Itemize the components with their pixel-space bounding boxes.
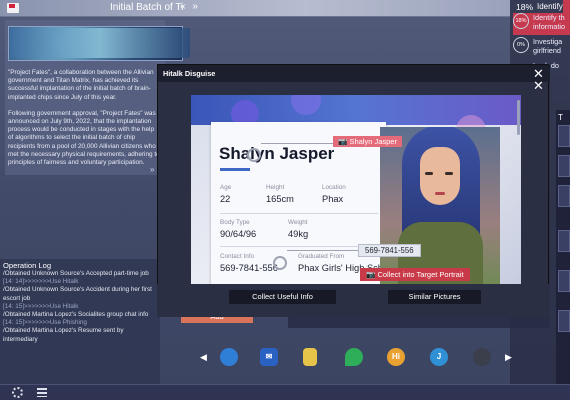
contact-value[interactable]: 569-7841-556 — [220, 263, 278, 273]
portrait-face — [420, 147, 460, 205]
location-value[interactable]: Phax — [322, 194, 343, 204]
profile-portrait[interactable] — [380, 127, 500, 287]
operation-log: Operation Log /Obtained Unknown Source's… — [0, 259, 160, 387]
document-title: Initial Batch of Ti — [110, 2, 184, 13]
portrait-mouth — [435, 192, 445, 195]
name-collect-tag[interactable]: 📷 Shalyn Jasper — [333, 136, 402, 147]
height-value[interactable]: 165cm — [266, 194, 294, 204]
window-header: Hitalk Disguise ✕ — [158, 65, 550, 82]
age-value[interactable]: 22 — [220, 194, 230, 204]
task-item[interactable]: 18% Identify th informatio — [513, 13, 570, 35]
task-item[interactable]: 0% Investiga girlfriend — [513, 37, 570, 59]
app-dock: ◀ ✉ Hi J ▶ — [195, 345, 515, 373]
log-entry: /Obtained Unknown Source's Accepted part… — [3, 270, 149, 277]
window-title: Hitalk Disguise — [163, 69, 216, 78]
list-icon[interactable] — [37, 388, 47, 397]
body-type-label: Body Type — [220, 219, 250, 226]
side-thumbnail[interactable] — [558, 310, 570, 332]
collapse-arrows-icon[interactable]: « » — [180, 1, 200, 12]
profile-name[interactable]: Shalyn Jasper — [219, 144, 334, 164]
portrait-eye — [445, 172, 453, 175]
side-thumbnail[interactable] — [558, 230, 570, 252]
field-divider — [220, 246, 378, 247]
name-tag-text: Shalyn Jasper — [349, 137, 397, 146]
side-thumbnail-strip — [556, 110, 570, 400]
collect-useful-info-button[interactable]: Collect Useful Info — [229, 290, 336, 304]
phishing-app-icon[interactable]: J — [430, 348, 448, 366]
log-entry: [14: 15]>>>>>>>Use Hitalk — [3, 302, 79, 310]
task-text-line: informatio — [533, 22, 566, 31]
selection-circle — [273, 256, 287, 270]
modal-footer: Collect Useful Info Similar Pictures — [157, 284, 549, 317]
location-label: Location — [322, 184, 346, 191]
task-text-line: Identify th — [533, 13, 565, 22]
profile-scrollbar[interactable] — [517, 100, 520, 135]
camera-icon: 📷 — [366, 270, 376, 279]
location-app-icon[interactable] — [345, 348, 363, 366]
selection-circle — [247, 148, 261, 162]
document-text: "Project Fates", a collaboration between… — [8, 69, 160, 175]
log-entry: [14: 15]>>>>>>>Use Phishing — [3, 319, 87, 327]
collect-tag-text: Collect into Target Portrait — [377, 270, 464, 279]
body-type-value[interactable]: 90/64/96 — [220, 229, 256, 239]
top-bar: Initial Batch of Ti « » — [0, 0, 510, 17]
document-paragraph: "Project Fates", a collaboration between… — [8, 69, 154, 101]
log-entry: /Obtained Martina Lopez's Resume sent by… — [3, 327, 124, 343]
gear-icon[interactable] — [12, 387, 23, 398]
log-entry: /Obtained Martina Lopez's Socialites gro… — [3, 311, 149, 319]
name-underline — [220, 168, 250, 171]
side-thumbnail[interactable] — [558, 125, 570, 147]
phone-collect-tag[interactable]: 569-7841-556 — [358, 244, 421, 257]
globe-app-icon[interactable] — [220, 348, 238, 366]
log-entry: [14: 14]>>>>>>>Use Hitalk — [3, 278, 79, 286]
mail-app-icon[interactable]: ✉ — [260, 348, 278, 366]
weight-value[interactable]: 49kg — [288, 229, 308, 239]
operation-log-title: Operation Log — [3, 261, 52, 270]
side-thumbnail[interactable] — [558, 270, 570, 292]
side-thumbnail[interactable] — [558, 155, 570, 177]
selection-pointer-line — [261, 143, 333, 144]
field-divider — [220, 213, 378, 214]
height-label: Height — [266, 184, 285, 191]
collect-into-portrait-button[interactable]: 📷 Collect into Target Portrait — [360, 268, 470, 281]
age-label: Age — [220, 184, 232, 191]
selection-pointer-line — [287, 250, 358, 251]
log-entry: /Obtained Unknown Source's Accident duri… — [3, 286, 152, 302]
weight-label: Weight — [288, 219, 308, 226]
document-paragraph: Following government approval, "Project … — [8, 109, 160, 167]
operation-log-entries: /Obtained Unknown Source's Accepted part… — [3, 270, 158, 344]
task-text-line: girlfriend — [533, 46, 561, 55]
contact-label: Contact Info — [220, 253, 254, 260]
bottom-toolbar — [0, 384, 570, 400]
bird-app-icon[interactable] — [473, 348, 491, 366]
side-strip-label: T — [558, 113, 563, 122]
camera-icon: 📷 — [338, 137, 348, 146]
portrait-eye — [425, 172, 433, 175]
graduated-label: Graduated From — [298, 253, 345, 260]
task-percent-badge: 0% — [513, 37, 529, 53]
mail-icon[interactable] — [7, 3, 19, 13]
dock-left-arrow-icon[interactable]: ◀ — [200, 352, 207, 363]
side-thumbnail[interactable] — [558, 185, 570, 207]
document-scroll-arrow[interactable]: » — [150, 165, 154, 174]
document-image-chip — [10, 28, 190, 58]
hitalk-app-icon[interactable]: Hi — [387, 348, 405, 366]
profile-close-icon[interactable]: ✕ — [533, 78, 544, 94]
task-percent-badge: 18% — [513, 13, 529, 29]
similar-pictures-button[interactable]: Similar Pictures — [388, 290, 481, 304]
game-screen: { "topbar": { "doc_title": "Initial Batc… — [0, 0, 570, 400]
task-progress-percent: 18% — [516, 2, 534, 12]
dock-right-arrow-icon[interactable]: ▶ — [505, 352, 512, 363]
task-text-line: Investiga — [533, 37, 563, 46]
notes-app-icon[interactable] — [303, 348, 317, 366]
